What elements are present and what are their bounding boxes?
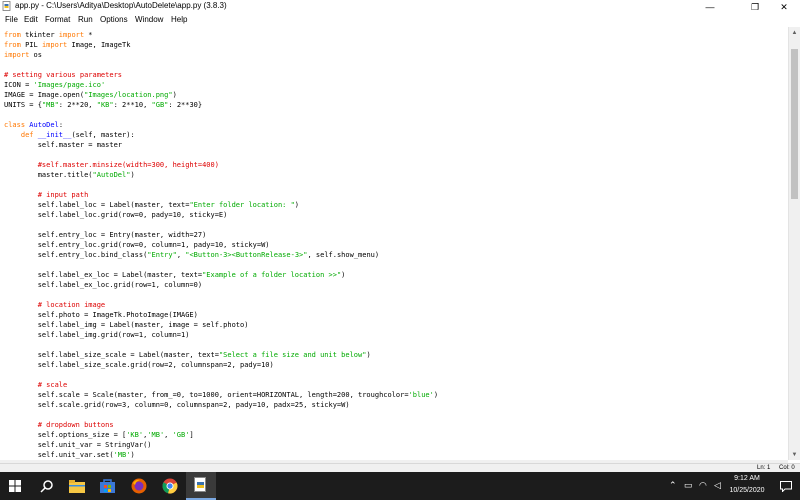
scroll-thumb[interactable] xyxy=(791,49,798,199)
title-bar: app.py - C:\Users\Aditya\Desktop\AutoDel… xyxy=(0,0,800,14)
menu-edit[interactable]: Edit xyxy=(24,15,38,24)
vertical-scrollbar[interactable]: ▲ ▼ xyxy=(788,27,800,460)
python-idle-icon[interactable] xyxy=(186,472,216,500)
chrome-icon[interactable] xyxy=(155,472,185,500)
store-icon[interactable] xyxy=(92,472,122,500)
code-editor[interactable]: from tkinter import * from PIL import Im… xyxy=(0,27,788,460)
menu-bar: File Edit Format Run Options Window Help xyxy=(0,14,800,27)
close-button[interactable]: ✕ xyxy=(766,0,800,14)
chevron-up-icon[interactable]: ⌃ xyxy=(669,480,677,491)
file-explorer-icon[interactable] xyxy=(62,472,92,500)
windows-start-icon[interactable] xyxy=(0,472,30,500)
firefox-icon[interactable] xyxy=(124,472,154,500)
wifi-icon[interactable]: ◠ xyxy=(699,480,707,491)
menu-options[interactable]: Options xyxy=(100,15,128,24)
menu-run[interactable]: Run xyxy=(78,15,93,24)
menu-format[interactable]: Format xyxy=(45,15,70,24)
status-bar: Ln: 1 Col: 0 xyxy=(0,463,800,472)
taskbar: ⌃ ▭ ◠ ◁ 9:12 AM 10/25/2020 xyxy=(0,472,800,500)
menu-file[interactable]: File xyxy=(5,15,18,24)
code-text: from tkinter import * from PIL import Im… xyxy=(4,31,439,459)
window-title: app.py - C:\Users\Aditya\Desktop\AutoDel… xyxy=(15,1,227,10)
scroll-up-icon[interactable]: ▲ xyxy=(789,27,800,38)
minimize-button[interactable]: — xyxy=(692,0,728,14)
line-number: Ln: 1 xyxy=(757,465,771,471)
volume-icon[interactable]: ◁ xyxy=(714,480,721,491)
menu-window[interactable]: Window xyxy=(135,15,163,24)
column-number: Col: 0 xyxy=(779,465,795,471)
python-file-icon xyxy=(2,1,11,11)
scroll-down-icon[interactable]: ▼ xyxy=(789,449,800,460)
menu-help[interactable]: Help xyxy=(171,15,187,24)
network-icon[interactable]: ▭ xyxy=(684,480,693,491)
notification-icon[interactable] xyxy=(772,472,800,500)
clock-date[interactable]: 10/25/2020 xyxy=(724,487,770,494)
clock-time[interactable]: 9:12 AM xyxy=(724,475,770,482)
search-icon[interactable] xyxy=(32,472,62,500)
